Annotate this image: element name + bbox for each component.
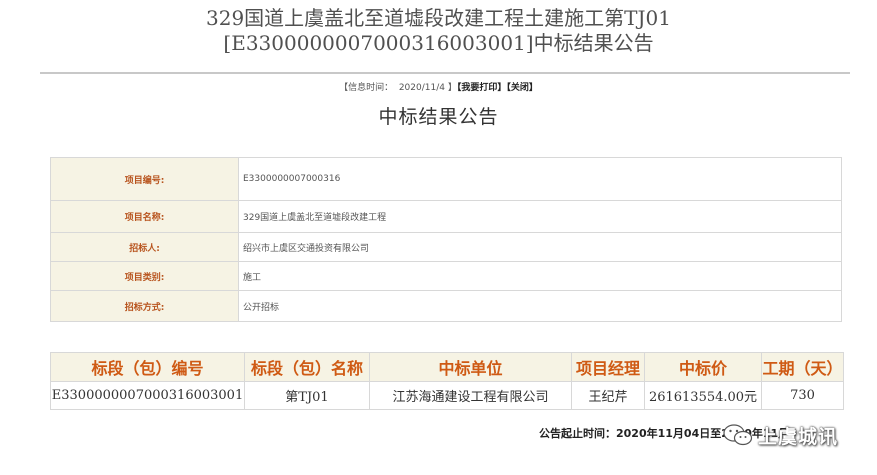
header-manager: 项目经理 bbox=[571, 352, 645, 382]
info-row-name: 项目名称: 329国道上虞盖北至道墟段改建工程 bbox=[50, 200, 842, 233]
info-key: 招标人: bbox=[50, 232, 239, 262]
header-lot-name: 标段（包）名称 bbox=[244, 352, 370, 382]
info-time-label: 【信息时间： bbox=[339, 83, 394, 93]
title-divider bbox=[40, 72, 850, 74]
info-key: 招标方式: bbox=[50, 290, 239, 322]
notice-title: 329国道上虞盖北至道墟段改建工程土建施工第TJ01 [E33000000070… bbox=[0, 6, 877, 56]
watermark: 上虞城讯 bbox=[722, 420, 838, 450]
info-key: 项目名称: bbox=[50, 200, 239, 233]
period-label: 公告起止时间： bbox=[539, 427, 616, 440]
info-key: 项目类别: bbox=[50, 261, 239, 291]
info-row-method: 招标方式: 公开招标 bbox=[50, 290, 842, 322]
cell-manager: 王纪芹 bbox=[571, 381, 645, 410]
info-row-code: 项目编号: E3300000007000316 bbox=[50, 157, 842, 201]
page-subtitle: 中标结果公告 bbox=[378, 106, 499, 128]
info-time-close: 】 bbox=[447, 83, 457, 93]
info-value: 绍兴市上虞区交通投资有限公司 bbox=[238, 232, 842, 262]
notice-title-line1: 329国道上虞盖北至道墟段改建工程土建施工第TJ01 bbox=[206, 6, 671, 30]
header-lot-code: 标段（包）编号 bbox=[50, 352, 245, 382]
project-info-table: 项目编号: E3300000007000316 项目名称: 329国道上虞盖北至… bbox=[50, 157, 842, 322]
cell-lot-code: E3300000007000316003001 bbox=[50, 381, 245, 410]
header-duration: 工期（天） bbox=[761, 352, 844, 382]
award-result-table: 标段（包）编号 标段（包）名称 中标单位 项目经理 中标价 工期（天） E330… bbox=[50, 352, 844, 410]
info-value: 施工 bbox=[238, 261, 842, 291]
info-value: E3300000007000316 bbox=[238, 157, 842, 201]
info-bar: 【信息时间： 2020/11/4 】【我要打印】【关闭】 bbox=[0, 80, 877, 93]
info-row-tenderer: 招标人: 绍兴市上虞区交通投资有限公司 bbox=[50, 232, 842, 262]
header-winner: 中标单位 bbox=[369, 352, 572, 382]
notice-title-line2: [E3300000007000316003001]中标结果公告 bbox=[223, 31, 654, 55]
result-header-row: 标段（包）编号 标段（包）名称 中标单位 项目经理 中标价 工期（天） bbox=[50, 352, 844, 382]
info-time-value: 2020/11/4 bbox=[398, 83, 445, 93]
info-key: 项目编号: bbox=[50, 157, 239, 201]
watermark-text: 上虞城讯 bbox=[758, 425, 839, 448]
cell-lot-name: 第TJ01 bbox=[244, 381, 370, 410]
wechat-icon bbox=[722, 422, 754, 448]
cell-duration: 730 bbox=[761, 381, 844, 410]
cell-price: 261613554.00元 bbox=[644, 381, 762, 410]
header-price: 中标价 bbox=[644, 352, 762, 382]
cell-winner: 江苏海通建设工程有限公司 bbox=[369, 381, 572, 410]
table-row: E3300000007000316003001 第TJ01 江苏海通建设工程有限… bbox=[50, 381, 844, 410]
info-row-category: 项目类别: 施工 bbox=[50, 261, 842, 291]
info-value: 329国道上虞盖北至道墟段改建工程 bbox=[238, 200, 842, 233]
print-link[interactable]: 【我要打印】 bbox=[457, 83, 507, 93]
info-value: 公开招标 bbox=[238, 290, 842, 322]
close-link[interactable]: 【关闭】 bbox=[506, 83, 538, 93]
